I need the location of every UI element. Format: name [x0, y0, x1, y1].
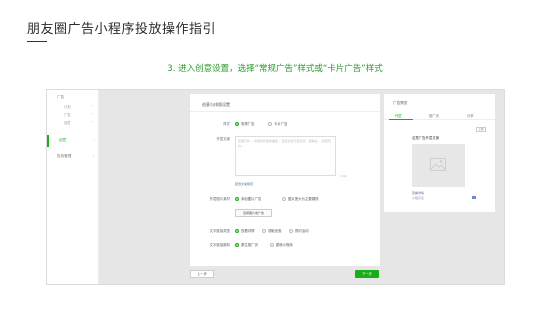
cover-radio-image[interactable]: 添加图片广告 [235, 196, 261, 201]
sidebar-item-label: 创意 [59, 138, 67, 142]
copy-guide-link[interactable]: 配置文案规范 [235, 182, 253, 186]
sidebar: 广告 计划 ✓ 广告 ✓ 创意 ✓ 创意 › 投放管理 › [47, 90, 99, 284]
preview-brand: 小程序名 [412, 196, 425, 200]
sidebar-item-plan[interactable]: 计划 [64, 104, 71, 109]
style-radio-regular[interactable]: 常规广告 [235, 121, 255, 126]
style-radio-card[interactable]: 卡片广告 [268, 121, 288, 126]
style-label: 样式 [223, 122, 230, 126]
prev-step-button[interactable]: 上一步 [190, 270, 214, 278]
copy-char-count: 0/40 [340, 174, 347, 178]
slide-title: 朋友圈广告小程序投放操作指引 [27, 22, 217, 37]
preview-header: 广告预览 [393, 101, 408, 105]
sidebar-item-ad[interactable]: 广告 [64, 112, 71, 117]
image-icon [430, 158, 446, 171]
check-icon: ✓ [91, 120, 94, 124]
miniprogram-icon [472, 196, 476, 199]
sidebar-group-label: 广告 [57, 95, 65, 99]
preview-size-button[interactable]: 小屏 [476, 127, 486, 132]
tab-outer[interactable]: 外层 [395, 113, 402, 118]
select-image-button[interactable]: 选择图片或广告 [235, 209, 272, 217]
sidebar-item-delivery[interactable]: 投放管理 [57, 154, 71, 159]
image-placeholder [412, 144, 465, 187]
sidebar-item-creative-sub[interactable]: 创意 [64, 120, 71, 125]
chevron-right-icon: › [92, 154, 94, 158]
cover-label: 外层图片素材 [209, 197, 230, 201]
title-underline [27, 41, 47, 42]
chevron-right-icon: › [93, 138, 95, 142]
creative-form: 创意与排版设置 样式 常规广告 卡片广告 外层文案 仅展示外... 请用创意语言… [190, 94, 380, 266]
jump-radio-native[interactable]: 原生推广页 [235, 242, 258, 247]
link-type-label: 文字链接类型 [209, 229, 230, 233]
form-header: 创意与排版设置 [202, 102, 230, 107]
app-screenshot: 广告 计划 ✓ 广告 ✓ 创意 ✓ 创意 › 投放管理 › 创意与排版设置 样式… [46, 89, 505, 285]
jump-radio-miniprogram[interactable]: 跳转小程序 [270, 242, 293, 247]
copy-textarea[interactable]: 仅展示外... 请用创意语言描述... 建议文案不宜过长，控制在... 的范围内… [235, 136, 336, 176]
tab-landing[interactable]: 推广页 [429, 113, 439, 118]
next-step-button[interactable]: 下一步 [355, 270, 379, 278]
active-tab-indicator [389, 119, 413, 120]
sidebar-item-creative[interactable]: 创意 › [47, 135, 99, 147]
ad-preview-panel: 广告预览 外层 推广页 分享 小屏 这是广告外层文案 查看详情 小程序名 [384, 94, 495, 212]
check-icon: ✓ [91, 112, 94, 116]
link-jump-label: 文字链接跳转 [209, 243, 230, 247]
link-radio-reserve[interactable]: 预约活动 [289, 228, 309, 233]
check-icon: ✓ [91, 104, 94, 108]
link-radio-detail[interactable]: 查看详情 [235, 228, 255, 233]
slide-subtitle: 3. 进入创意设置，选择“常规广告”样式或“卡片广告”样式 [167, 64, 383, 74]
preview-card-title: 这是广告外层文案 [412, 136, 440, 140]
tab-share[interactable]: 分享 [467, 113, 474, 118]
cover-radio-wide[interactable]: 图片宽大为主要展现 [282, 196, 319, 201]
link-radio-coupon[interactable]: 领取优惠 [262, 228, 282, 233]
divider [190, 111, 380, 112]
copy-label: 外层文案 [216, 137, 230, 141]
preview-detail-link[interactable]: 查看详情 [412, 191, 424, 195]
